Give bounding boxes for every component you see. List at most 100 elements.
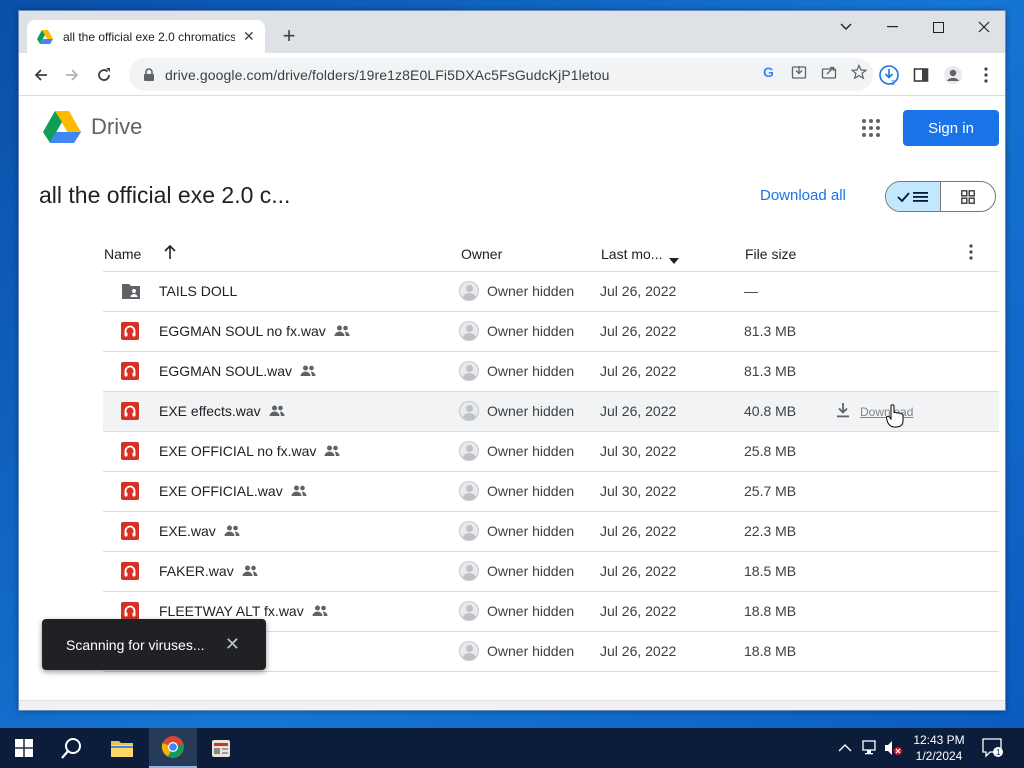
downloads-icon[interactable]: 3 [876,62,902,88]
table-row[interactable]: EXE OFFICIAL no fx.wav Owner hidden Jul 30… [103,432,999,472]
profile-avatar-icon[interactable] [940,62,966,88]
file-name[interactable]: EGGMAN SOUL.wav [159,363,316,379]
owner-cell: Owner hidden [459,281,574,301]
owner-text: Owner hidden [487,323,575,339]
reload-button[interactable] [91,62,117,88]
toast-close-icon[interactable]: ✕ [225,634,240,655]
file-size: 22.3 MB [744,523,797,539]
browser-toolbar: drive.google.com/drive/folders/19re1z8E0… [19,53,1005,96]
file-name[interactable]: EXE OFFICIAL no fx.wav [159,443,340,459]
audio-file-icon [121,322,139,340]
modified-date: Jul 26, 2022 [600,603,677,619]
browser-menu-icon[interactable] [973,62,999,88]
close-window-button[interactable] [961,11,1005,43]
owner-text: Owner hidden [487,523,575,539]
file-name-text: EXE.wav [159,523,216,539]
tab-close-icon[interactable]: ✕ [243,28,255,45]
install-app-icon[interactable] [791,64,807,85]
minimize-button[interactable] [869,11,915,43]
forward-button[interactable] [59,62,85,88]
more-options-icon[interactable] [969,244,973,263]
owner-avatar-icon [459,441,479,461]
owner-cell: Owner hidden [459,321,574,341]
modified-date: Jul 26, 2022 [600,363,677,379]
chrome-taskbar-icon[interactable] [149,728,197,768]
svg-text:3: 3 [891,80,895,86]
search-icon[interactable] [48,728,96,768]
download-all-button[interactable]: Download all [760,187,846,204]
owner-avatar-icon [459,481,479,501]
drive-logo[interactable]: Drive [43,110,142,144]
owner-cell: Owner hidden [459,401,574,421]
file-name-text: EGGMAN SOUL no fx.wav [159,323,326,339]
windows-start-icon[interactable] [0,728,48,768]
table-row[interactable]: TAILS DOLL Owner hidden Jul 26, 2022 — [103,272,999,312]
file-name[interactable]: EGGMAN SOUL no fx.wav [159,323,350,339]
sign-in-button[interactable]: Sign in [903,110,999,146]
maximize-button[interactable] [915,11,961,43]
sort-dropdown-icon[interactable] [669,251,679,267]
bookmark-star-icon[interactable] [850,64,868,85]
modified-date: Jul 26, 2022 [600,563,677,579]
table-row[interactable]: FAKER.wav Owner hidden Jul 26, 2022 18.5 MB [103,552,999,592]
file-size: 18.8 MB [744,603,797,619]
google-drive-favicon-icon [37,29,53,44]
file-name[interactable]: TAILS DOLL [159,283,237,299]
audio-file-icon [121,522,139,540]
file-size: 25.8 MB [744,443,797,459]
table-row[interactable]: EXE effects.wav Owner hidden Jul 26, 2022 4… [103,392,999,432]
file-name[interactable]: EXE.wav [159,523,240,539]
shared-people-icon [224,525,240,537]
table-row[interactable]: EGGMAN SOUL no fx.wav Owner hidden Jul 26,… [103,312,999,352]
column-modified-header[interactable]: Last mo... [601,246,662,262]
file-size: 40.8 MB [744,403,797,419]
table-row[interactable]: EXE OFFICIAL.wav Owner hidden Jul 30, 2022… [103,472,999,512]
back-button[interactable] [28,62,54,88]
file-name[interactable]: FLEETWAY ALT fx.wav [159,603,328,619]
file-size: 18.5 MB [744,563,797,579]
table-row[interactable]: EGGMAN SOUL.wav Owner hidden Jul 26, 2022 8… [103,352,999,392]
audio-file-icon [121,442,139,460]
audio-file-icon [121,562,139,580]
file-table: Name Owner Last mo... File size TAILS DO… [103,236,999,672]
share-icon[interactable] [821,64,837,85]
tab-search-icon[interactable] [823,11,869,43]
google-apps-icon[interactable] [862,119,880,137]
column-size-header[interactable]: File size [745,246,796,262]
address-bar[interactable]: drive.google.com/drive/folders/19re1z8E0… [129,58,873,91]
owner-cell: Owner hidden [459,601,574,621]
grid-view-button[interactable] [941,182,996,211]
modified-date: Jul 30, 2022 [600,483,677,499]
shared-people-icon [269,405,285,417]
modified-date: Jul 26, 2022 [600,523,677,539]
show-hidden-icons-icon[interactable] [838,728,852,768]
sort-arrow-up-icon[interactable] [163,244,177,263]
file-name-text: TAILS DOLL [159,283,238,299]
owner-avatar-icon [459,321,479,341]
browser-tab[interactable]: all the official exe 2.0 chromatics ✕ [27,20,265,53]
google-lens-icon[interactable]: G [761,64,777,85]
file-size: 25.7 MB [744,483,797,499]
list-view-button[interactable] [886,182,941,211]
horizontal-scrollbar[interactable] [19,700,1005,710]
side-panel-icon[interactable] [908,62,934,88]
file-name-text: EXE OFFICIAL no fx.wav [159,443,317,459]
network-icon[interactable] [862,728,880,768]
file-name[interactable]: FAKER.wav [159,563,258,579]
audio-file-icon [121,482,139,500]
table-row[interactable]: EXE.wav Owner hidden Jul 26, 2022 22.3 MB [103,512,999,552]
system-clock[interactable]: 12:43 PM 1/2/2024 [900,732,978,764]
notifications-icon[interactable]: 1 [982,728,1004,768]
new-tab-button[interactable]: + [277,23,301,49]
owner-avatar-icon [459,401,479,421]
column-owner-header[interactable]: Owner [461,246,502,262]
owner-text: Owner hidden [487,483,575,499]
shared-people-icon [300,365,316,377]
shared-people-icon [312,605,328,617]
file-explorer-icon[interactable] [98,728,146,768]
app-taskbar-icon[interactable] [197,728,245,768]
column-name-header[interactable]: Name [104,246,141,262]
file-name[interactable]: EXE effects.wav [159,403,285,419]
file-size: 81.3 MB [744,363,797,379]
file-name[interactable]: EXE OFFICIAL.wav [159,483,307,499]
